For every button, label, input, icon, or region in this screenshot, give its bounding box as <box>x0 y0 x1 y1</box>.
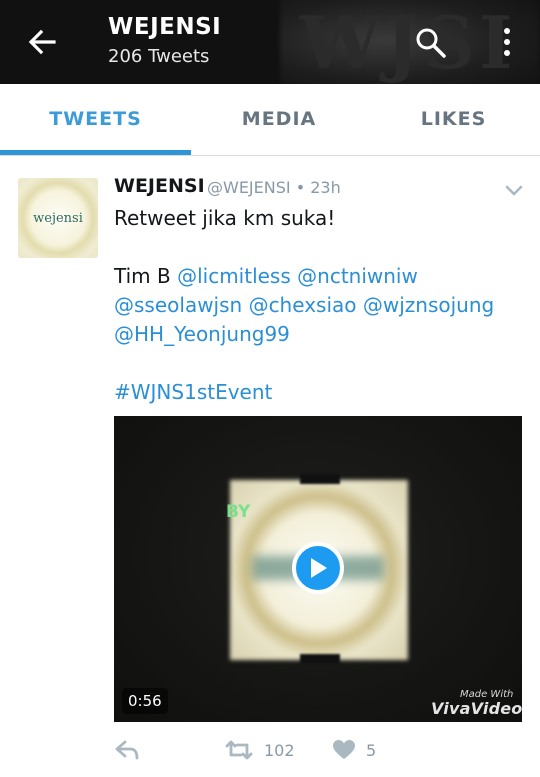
tab-media[interactable]: MEDIA <box>191 84 367 154</box>
tab-likes[interactable]: LIKES <box>367 84 540 154</box>
avatar[interactable]: wejensi <box>18 178 98 258</box>
active-tab-indicator <box>0 150 191 155</box>
video-overlay-text: BY <box>226 502 251 522</box>
mention-link[interactable]: @chexsiao <box>249 293 357 317</box>
mention-link[interactable]: @HH_Yeonjung99 <box>114 322 290 346</box>
profile-tabs: TWEETS MEDIA LIKES <box>0 84 540 156</box>
back-button[interactable] <box>24 24 60 60</box>
retweet-icon <box>225 740 253 760</box>
tweet-count: 206 Tweets <box>108 46 210 67</box>
reply-button[interactable] <box>114 738 140 762</box>
tweet-text-prefix: Tim B <box>114 264 178 288</box>
reply-icon <box>115 740 139 760</box>
play-icon <box>311 558 327 578</box>
tweet-text-line: #WJNS1stEvent <box>114 380 272 404</box>
tweet-menu-button[interactable] <box>504 183 524 197</box>
mention-link[interactable]: @sseolawjsn <box>114 293 242 317</box>
retweet-count: 102 <box>264 740 295 760</box>
video-thumbnail-band <box>300 654 340 664</box>
tweet-text-line: @HH_Yeonjung99 <box>114 322 290 346</box>
chevron-down-icon <box>505 185 523 196</box>
header-title: WEJENSI <box>108 14 222 40</box>
retweet-button[interactable]: 102 <box>224 738 295 762</box>
tab-tweets[interactable]: TWEETS <box>0 84 191 154</box>
mention-link[interactable]: @nctniwniw <box>297 264 418 288</box>
tweet-handle-time: @WEJENSI • 23h <box>207 178 341 197</box>
video-player[interactable]: BY 0:56 Made With VivaVideo <box>114 416 522 722</box>
tweet-author-name[interactable]: WEJENSI <box>114 175 205 197</box>
mention-link[interactable]: @wjznsojung <box>363 293 494 317</box>
header-background-text: WJSI <box>300 0 517 84</box>
more-options-button[interactable] <box>496 24 518 60</box>
more-vertical-icon <box>504 28 510 56</box>
video-duration: 0:56 <box>122 688 168 714</box>
hashtag-link[interactable]: #WJNS1stEvent <box>114 380 272 404</box>
tweet-text-line: Tim B @licmitless @nctniwniw <box>114 264 418 288</box>
like-button[interactable]: 5 <box>332 738 376 762</box>
watermark-brand: VivaVideo <box>431 699 522 718</box>
tweet-text-line: Retweet jika km suka! <box>114 206 336 230</box>
search-button[interactable] <box>414 26 448 60</box>
mention-link[interactable]: @licmitless <box>177 264 291 288</box>
play-button[interactable] <box>292 542 344 594</box>
avatar-logo-text: wejensi <box>33 210 83 226</box>
search-icon <box>416 28 446 58</box>
profile-header: WJSI WEJENSI 206 Tweets <box>0 0 540 84</box>
like-count: 5 <box>366 740 377 760</box>
tweet-text-line: @sseolawjsn @chexsiao @wjznsojung <box>114 293 494 317</box>
heart-icon <box>333 740 355 759</box>
arrow-left-icon <box>28 29 56 55</box>
video-thumbnail-band <box>300 474 340 484</box>
